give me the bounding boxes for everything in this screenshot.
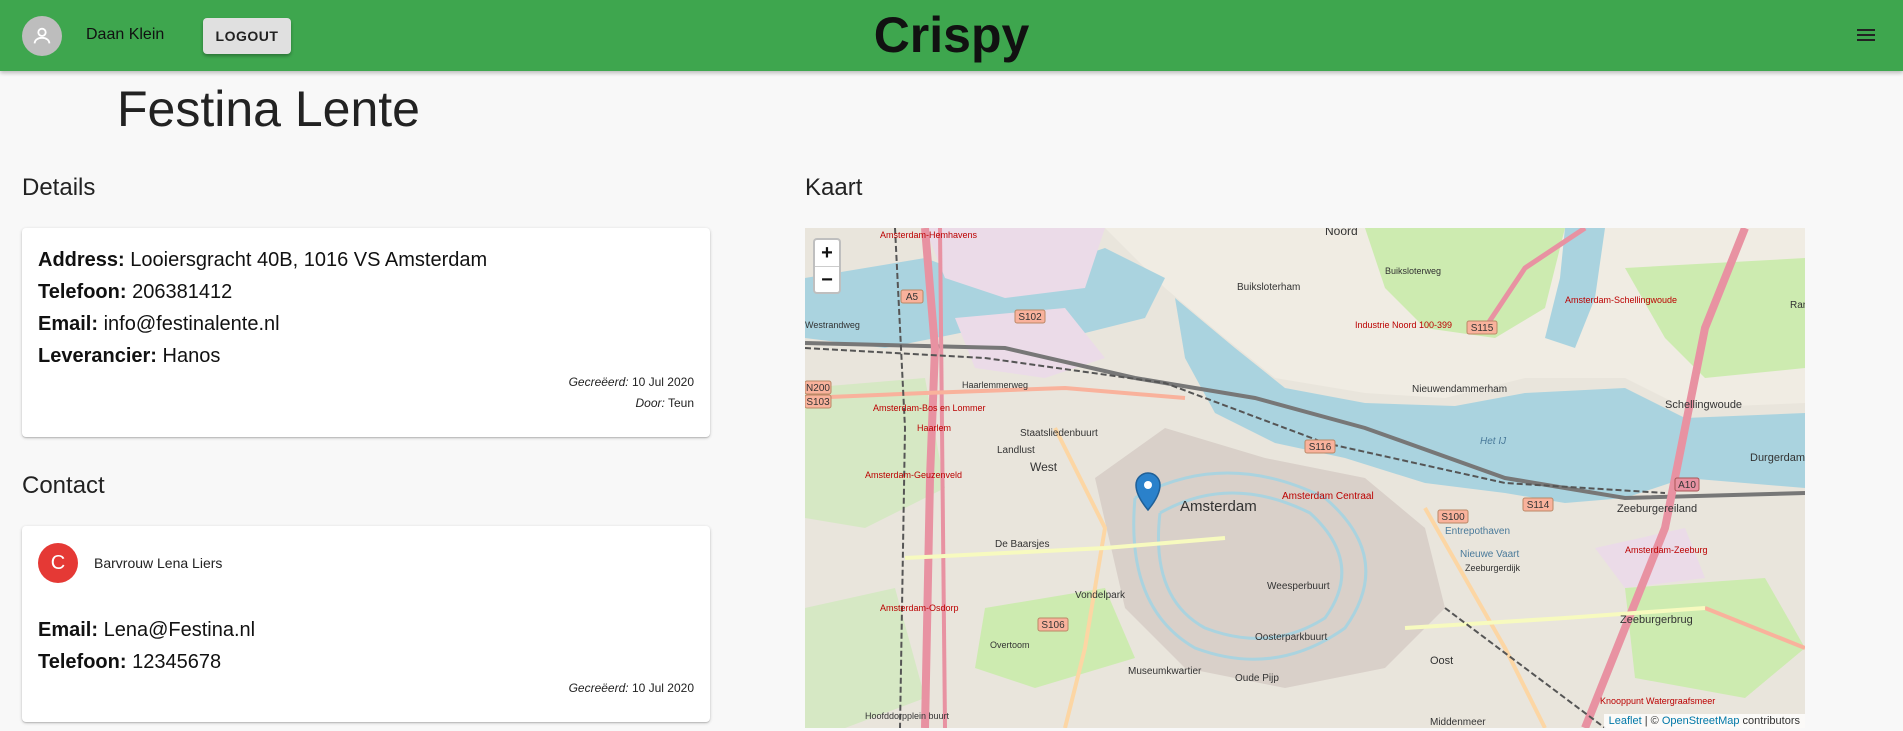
svg-text:Entrepothaven: Entrepothaven bbox=[1445, 526, 1510, 537]
svg-text:Durgerdam: Durgerdam bbox=[1750, 452, 1805, 464]
svg-text:A5: A5 bbox=[906, 292, 919, 303]
svg-text:Amsterdam: Amsterdam bbox=[1180, 498, 1257, 515]
contact-name: Barvrouw Lena Liers bbox=[94, 555, 223, 571]
user-avatar[interactable] bbox=[22, 16, 62, 56]
leaflet-link[interactable]: Leaflet bbox=[1609, 715, 1642, 727]
map-view[interactable]: A5 S102 N200 S103 S116 S100 S114 S115 S1… bbox=[805, 228, 1805, 728]
svg-text:A10: A10 bbox=[1678, 480, 1696, 491]
svg-text:Staatsliedenbuurt: Staatsliedenbuurt bbox=[1020, 428, 1098, 439]
details-meta: Gecreëerd: 10 Jul 2020 Door: Teun bbox=[569, 372, 694, 414]
svg-text:Amsterdam-Geuzenveld: Amsterdam-Geuzenveld bbox=[865, 470, 962, 480]
account-icon bbox=[33, 27, 51, 44]
details-heading: Details bbox=[22, 174, 96, 201]
svg-text:Hoofddorpplein buurt: Hoofddorpplein buurt bbox=[865, 711, 950, 721]
zoom-control: + − bbox=[813, 238, 841, 294]
svg-text:Zeeburgerdijk: Zeeburgerdijk bbox=[1465, 563, 1521, 573]
svg-text:Westrandweg: Westrandweg bbox=[805, 320, 860, 330]
svg-text:Weesperbuurt: Weesperbuurt bbox=[1267, 581, 1330, 592]
svg-text:Zeeburgerbrug: Zeeburgerbrug bbox=[1620, 614, 1693, 626]
svg-text:S106: S106 bbox=[1041, 620, 1065, 631]
svg-text:S102: S102 bbox=[1018, 312, 1042, 323]
svg-text:West: West bbox=[1030, 460, 1058, 474]
map-heading: Kaart bbox=[805, 174, 863, 201]
svg-text:S114: S114 bbox=[1527, 500, 1550, 511]
svg-text:N200: N200 bbox=[806, 383, 830, 394]
svg-text:Noord: Noord bbox=[1325, 228, 1358, 238]
svg-text:Knooppunt Watergraafsmeer: Knooppunt Watergraafsmeer bbox=[1600, 696, 1715, 706]
created-by-meta: Door: Teun bbox=[635, 396, 695, 410]
svg-text:Industrie Noord 100-399: Industrie Noord 100-399 bbox=[1355, 320, 1452, 330]
logout-button[interactable]: LOGOUT bbox=[203, 18, 291, 54]
svg-text:Museumkwartier: Museumkwartier bbox=[1128, 666, 1202, 677]
details-card: Address: Looiersgracht 40B, 1016 VS Amst… bbox=[22, 228, 710, 437]
address-field: Address: Looiersgracht 40B, 1016 VS Amst… bbox=[38, 249, 488, 271]
svg-text:Amsterdam-Schellingwoude: Amsterdam-Schellingwoude bbox=[1565, 295, 1677, 305]
svg-text:Haarlemmerweg: Haarlemmerweg bbox=[962, 380, 1028, 390]
map-tiles[interactable]: A5 S102 N200 S103 S116 S100 S114 S115 S1… bbox=[805, 228, 1805, 728]
svg-text:Buiksloterweg: Buiksloterweg bbox=[1385, 266, 1441, 276]
created-meta: Gecreëerd: 10 Jul 2020 bbox=[568, 375, 694, 389]
contact-heading: Contact bbox=[22, 472, 105, 499]
svg-text:Schellingwoude: Schellingwoude bbox=[1665, 399, 1742, 411]
svg-text:Rans: Rans bbox=[1790, 300, 1805, 311]
menu-icon[interactable] bbox=[1856, 26, 1876, 44]
svg-text:S100: S100 bbox=[1441, 512, 1465, 523]
supplier-field: Leverancier: Hanos bbox=[38, 345, 221, 367]
svg-text:Amsterdam-Zeeburg: Amsterdam-Zeeburg bbox=[1625, 545, 1708, 555]
svg-text:Vondelpark: Vondelpark bbox=[1075, 590, 1126, 601]
svg-text:Amsterdam-Osdorp: Amsterdam-Osdorp bbox=[880, 603, 959, 613]
zoom-in-button[interactable]: + bbox=[815, 240, 839, 266]
user-name: Daan Klein bbox=[86, 26, 165, 43]
zoom-out-button[interactable]: − bbox=[815, 266, 839, 292]
osm-link[interactable]: OpenStreetMap bbox=[1662, 715, 1740, 727]
svg-text:Middenmeer: Middenmeer bbox=[1430, 717, 1486, 728]
svg-text:S103: S103 bbox=[806, 397, 830, 408]
svg-text:Het IJ: Het IJ bbox=[1480, 436, 1507, 447]
svg-text:Zeeburgereiland: Zeeburgereiland bbox=[1617, 503, 1697, 515]
svg-text:Nieuwe Vaart: Nieuwe Vaart bbox=[1460, 549, 1520, 560]
svg-text:Oude Pijp: Oude Pijp bbox=[1235, 673, 1279, 684]
svg-text:Oosterparkbuurt: Oosterparkbuurt bbox=[1255, 632, 1327, 643]
phone-field: Telefoon: 206381412 bbox=[38, 281, 233, 303]
svg-text:Oost: Oost bbox=[1430, 655, 1453, 667]
svg-text:Landlust: Landlust bbox=[997, 445, 1035, 456]
svg-text:Amsterdam-Hemhavens: Amsterdam-Hemhavens bbox=[880, 230, 978, 240]
svg-text:Amsterdam Centraal: Amsterdam Centraal bbox=[1282, 491, 1374, 502]
email-field: Email: info@festinalente.nl bbox=[38, 313, 280, 335]
svg-text:Buiksloterham: Buiksloterham bbox=[1237, 282, 1300, 293]
svg-text:Haarlem: Haarlem bbox=[917, 423, 951, 433]
contact-avatar: C bbox=[38, 543, 78, 583]
svg-text:S115: S115 bbox=[1471, 323, 1494, 334]
svg-text:Overtoom: Overtoom bbox=[990, 640, 1030, 650]
svg-text:De Baarsjes: De Baarsjes bbox=[995, 539, 1049, 550]
contact-card: C Barvrouw Lena Liers Email: Lena@Festin… bbox=[22, 526, 710, 722]
map-attribution: Leaflet | © OpenStreetMap contributors bbox=[1603, 714, 1805, 728]
svg-text:S116: S116 bbox=[1309, 442, 1332, 453]
app-bar: Daan Klein LOGOUT Crispy bbox=[0, 0, 1903, 71]
svg-text:Amsterdam-Bos en Lommer: Amsterdam-Bos en Lommer bbox=[873, 403, 986, 413]
svg-text:Nieuwendammerham: Nieuwendammerham bbox=[1412, 384, 1507, 395]
page-title: Festina Lente bbox=[117, 81, 420, 137]
contact-phone-field: Telefoon: 12345678 bbox=[38, 651, 222, 673]
contact-email-field: Email: Lena@Festina.nl bbox=[38, 619, 256, 641]
contact-created-meta: Gecreëerd: 10 Jul 2020 bbox=[568, 681, 694, 695]
